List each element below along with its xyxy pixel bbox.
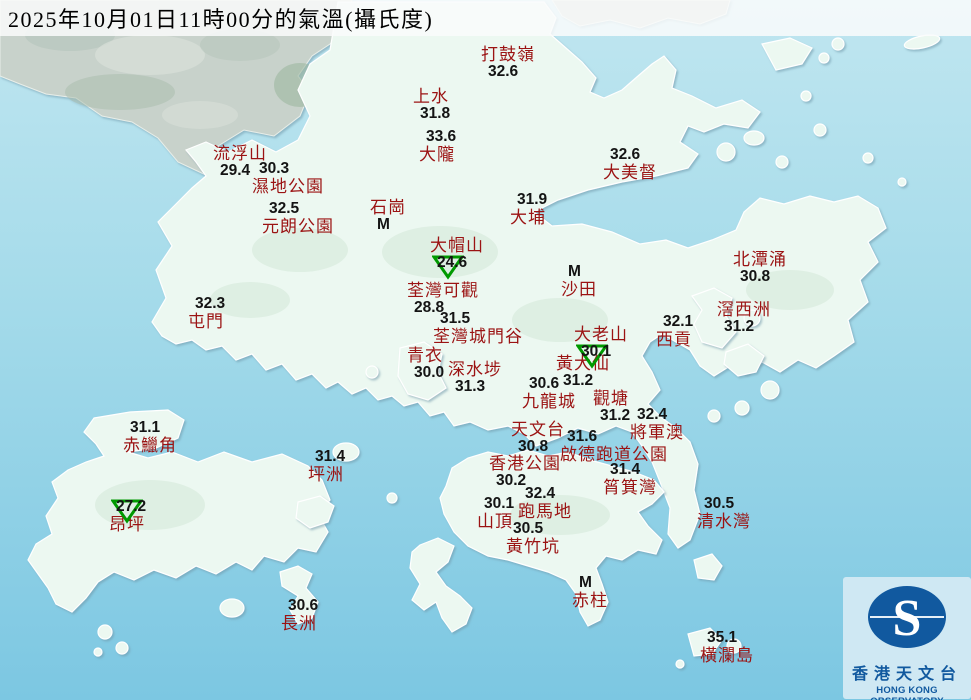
logo-chinese-name: 香港天文台	[843, 660, 971, 684]
map-title: 2025年10月01日11時00分的氣溫(攝氏度)	[0, 2, 433, 34]
hko-temperature-map-screen: 32.6 打鼓嶺 31.8 上水 33.6 大隴	[0, 0, 971, 700]
hko-logo-symbol: S	[843, 577, 971, 657]
hko-logo: S 香港天文台 HONG KONG OBSERVATORY	[843, 577, 971, 699]
hong-kong-map	[0, 0, 971, 700]
logo-english-name: HONG KONG OBSERVATORY	[843, 685, 971, 700]
title-bar: 2025年10月01日11時00分的氣溫(攝氏度)	[0, 0, 971, 36]
logo-s-glyph: S	[893, 590, 922, 647]
